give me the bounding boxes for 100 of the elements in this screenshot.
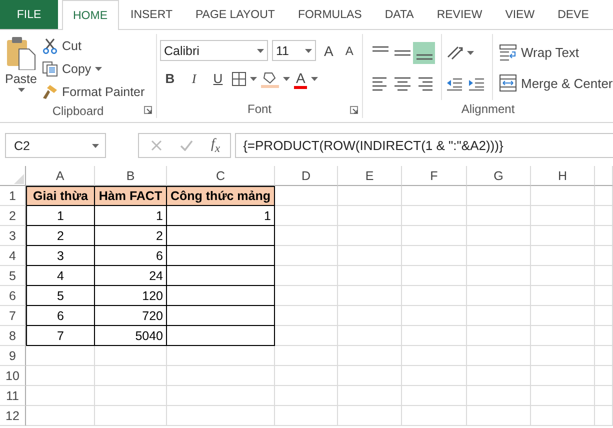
ribbon-tab[interactable]: FILE [0,0,58,29]
ribbon-tab[interactable]: PAGE LAYOUT [184,0,286,29]
fill-color-icon[interactable] [261,70,279,88]
table-cell [531,226,595,246]
table-cell [402,306,467,326]
table-cell [26,366,95,386]
column-header[interactable]: H [531,166,595,186]
font-style-button[interactable]: U [208,69,228,89]
dialog-launcher-icon[interactable] [350,106,358,114]
table-cell [467,306,531,326]
ribbon-tab[interactable]: VIEW [494,0,546,29]
table-cell [275,226,338,246]
orientation-icon[interactable] [446,45,464,61]
table-cell: 1 [26,206,95,226]
row-header[interactable]: 2 [0,206,26,226]
caret-icon [18,88,24,92]
table-cell [531,186,595,206]
table-cell [531,346,595,366]
caret-icon [283,77,290,81]
table-cell [531,286,595,306]
clipboard-command[interactable]: Format Painter [42,82,145,102]
table-cell [338,366,402,386]
merge-center-button[interactable]: Merge & Center [499,71,613,95]
row-header[interactable]: 6 [0,286,26,306]
align-lines-icon [394,50,410,56]
merge-cells-icon [499,74,517,92]
row-header[interactable]: 12 [0,406,26,426]
table-cell [402,366,467,386]
column-header[interactable]: D [275,166,338,186]
font-style-button[interactable]: B [160,69,180,89]
insert-function-button[interactable]: f$_{x}$ [211,136,220,154]
formula-field[interactable]: {=PRODUCT(ROW(INDIRECT(1 & ":"&A2)))} [235,133,613,158]
ribbon-tab[interactable]: FORMULAS [286,0,373,29]
table-cell [338,246,402,266]
row-header[interactable]: 7 [0,306,26,326]
table-cell [338,346,402,366]
table-cell [402,286,467,306]
column-header[interactable]: A [26,166,95,186]
caret-icon [95,67,102,71]
column-header[interactable]: C [167,166,275,186]
font-color-button[interactable]: A [294,70,308,88]
ribbon-tab[interactable]: REVIEW [426,0,494,29]
table-cell [338,326,402,346]
table-cell [26,406,95,426]
wrap-text-button[interactable]: Wrap Text [499,40,613,64]
align-lines-icon [416,54,432,60]
row-header[interactable]: 8 [0,326,26,346]
row-header[interactable]: 9 [0,346,26,366]
row-header[interactable]: 11 [0,386,26,406]
table-cell [402,226,467,246]
column-header[interactable]: E [338,166,402,186]
column-title: Công thức mảng [167,186,275,206]
table-cell [402,206,467,226]
row-header[interactable]: 5 [0,266,26,286]
ribbon-tab[interactable]: INSERT [120,0,184,29]
row-header[interactable]: 10 [0,366,26,386]
table-cell [595,406,613,426]
table-cell [402,326,467,346]
row-header[interactable]: 3 [0,226,26,246]
table-cell [467,346,531,366]
table-cell [275,326,338,346]
clipboard-command[interactable]: Cut [42,36,145,56]
table-cell [531,266,595,286]
column-header[interactable]: F [402,166,467,186]
column-header[interactable]: B [95,166,167,186]
table-cell [595,186,613,206]
ribbon-tab[interactable]: DATA [374,0,425,29]
increase-indent-icon[interactable] [468,77,484,91]
borders-icon[interactable] [232,72,246,86]
font-size-field[interactable]: 11 [272,40,316,61]
table-cell: 2 [26,226,95,246]
table-cell [402,186,467,206]
table-cell [467,206,531,226]
ribbon-tab[interactable]: HOME [62,0,118,30]
table-cell [531,306,595,326]
paste-button[interactable]: Paste [0,34,42,102]
table-cell [402,406,467,426]
table-cell [95,366,167,386]
row-header[interactable]: 4 [0,246,26,266]
decrease-indent-icon[interactable] [446,77,462,91]
ribbon-tab[interactable]: DEVE [546,0,600,29]
table-cell [338,206,402,226]
name-box[interactable]: C2 [5,133,106,158]
font-name-field[interactable]: Calibri [160,40,268,61]
caret-icon [250,77,257,81]
table-cell [95,406,167,426]
table-cell [275,286,338,306]
clipboard-command[interactable]: Copy [42,59,145,79]
dialog-launcher-icon[interactable] [144,106,152,114]
table-cell [402,346,467,366]
font-style-button[interactable]: I [184,69,204,89]
shrink-font-button[interactable]: A [341,40,358,60]
align-lines-icon [416,77,432,91]
column-header[interactable]: G [467,166,531,186]
align-button[interactable] [413,42,435,64]
group-label: Alignment [461,102,515,116]
grow-font-button[interactable]: A [320,40,338,60]
scissors-icon [42,38,58,54]
table-cell [275,346,338,366]
checkmark-icon[interactable] [180,140,193,151]
